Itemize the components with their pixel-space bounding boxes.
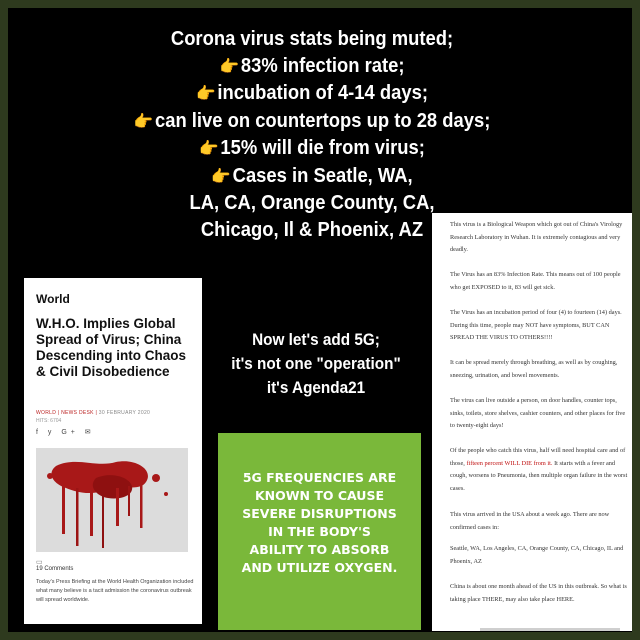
doc-paragraph: This virus arrived in the USA about a we… (450, 511, 610, 531)
article-body: Today's Press Briefing at the World Heal… (36, 579, 194, 603)
claim-line: SEVERE DISRUPTIONS (242, 506, 397, 521)
comment-icon: ▭ (36, 559, 43, 566)
doc-paragraph: Seattle, WA, Los Angeles, CA, Orange Cou… (450, 545, 624, 565)
pointing-hand-icon: 👉 (133, 111, 154, 131)
headline-line: 👉incubation of 4-14 days; (196, 82, 428, 104)
pointing-hand-icon: 👉 (219, 56, 240, 76)
headline-line: 👉Cases in Seatle, WA, (211, 164, 413, 187)
doc-paragraph: It can be spread merely through breathin… (450, 359, 618, 379)
5g-claim-box: 5G FREQUENCIES ARE KNOWN TO CAUSE SEVERE… (218, 433, 421, 630)
headline-line: 👉83% infection rate; (219, 54, 405, 77)
headline: Corona virus stats being muted; 👉83% inf… (25, 26, 599, 243)
text-document-screenshot: This virus is a Biological Weapon which … (432, 213, 632, 631)
scrollbar[interactable] (480, 628, 620, 631)
blood-splatter-image (36, 448, 188, 552)
pointing-hand-icon: 👉 (196, 84, 216, 103)
comments-count: ▭ 19 Comments (36, 559, 74, 572)
doc-paragraph: This virus is a Biological Weapon which … (450, 221, 623, 253)
caption-line: it's not one "operation" (231, 354, 401, 373)
doc-paragraph: The virus can live outside a person, on … (450, 397, 626, 429)
article-section-label: World (36, 292, 70, 306)
caption-line: it's Agenda21 (266, 378, 366, 397)
article-title: W.H.O. Implies Global Spread of Virus; C… (36, 316, 187, 379)
claim-line: IN THE BODY'S (268, 524, 371, 539)
doc-paragraph: China is about one month ahead of the US… (450, 583, 627, 603)
doc-paragraph: Of the people who catch this virus, half… (450, 447, 628, 492)
headline-line: Corona virus stats being muted; (170, 28, 454, 50)
headline-line: 👉can live on countertops up to 28 days; (133, 109, 491, 132)
news-article-screenshot: World W.H.O. Implies Global Spread of Vi… (24, 278, 202, 624)
claim-line: 5G FREQUENCIES ARE (242, 470, 397, 485)
pointing-hand-icon: 👉 (199, 139, 219, 158)
article-hits: HITS: 6704 (36, 418, 62, 424)
claim-line: ABILITY TO ABSORB (249, 542, 390, 557)
article-meta: WORLD | NEWS DESK | 30 FEBRUARY 2020 (36, 410, 151, 416)
headline-line: 👉15% will die from virus; (199, 137, 425, 159)
doc-paragraph: The Virus has an incubation period of fo… (450, 309, 622, 341)
warning-text: fifteen percent WILL DIE from it. (466, 459, 553, 467)
article-photo (36, 448, 188, 552)
doc-paragraph: The Virus has an 83% Infection Rate. Thi… (450, 271, 621, 291)
claim-line: KNOWN TO CAUSE (254, 488, 385, 503)
pointing-hand-icon: 👉 (211, 166, 231, 186)
claim-line: AND UTILIZE OXYGEN. (241, 560, 398, 575)
caption-line: Now let's add 5G; (252, 330, 380, 349)
social-share-icons: f y G+ ✉ (36, 429, 95, 436)
middle-caption: Now let's add 5G; it's not one "operatio… (215, 328, 417, 400)
